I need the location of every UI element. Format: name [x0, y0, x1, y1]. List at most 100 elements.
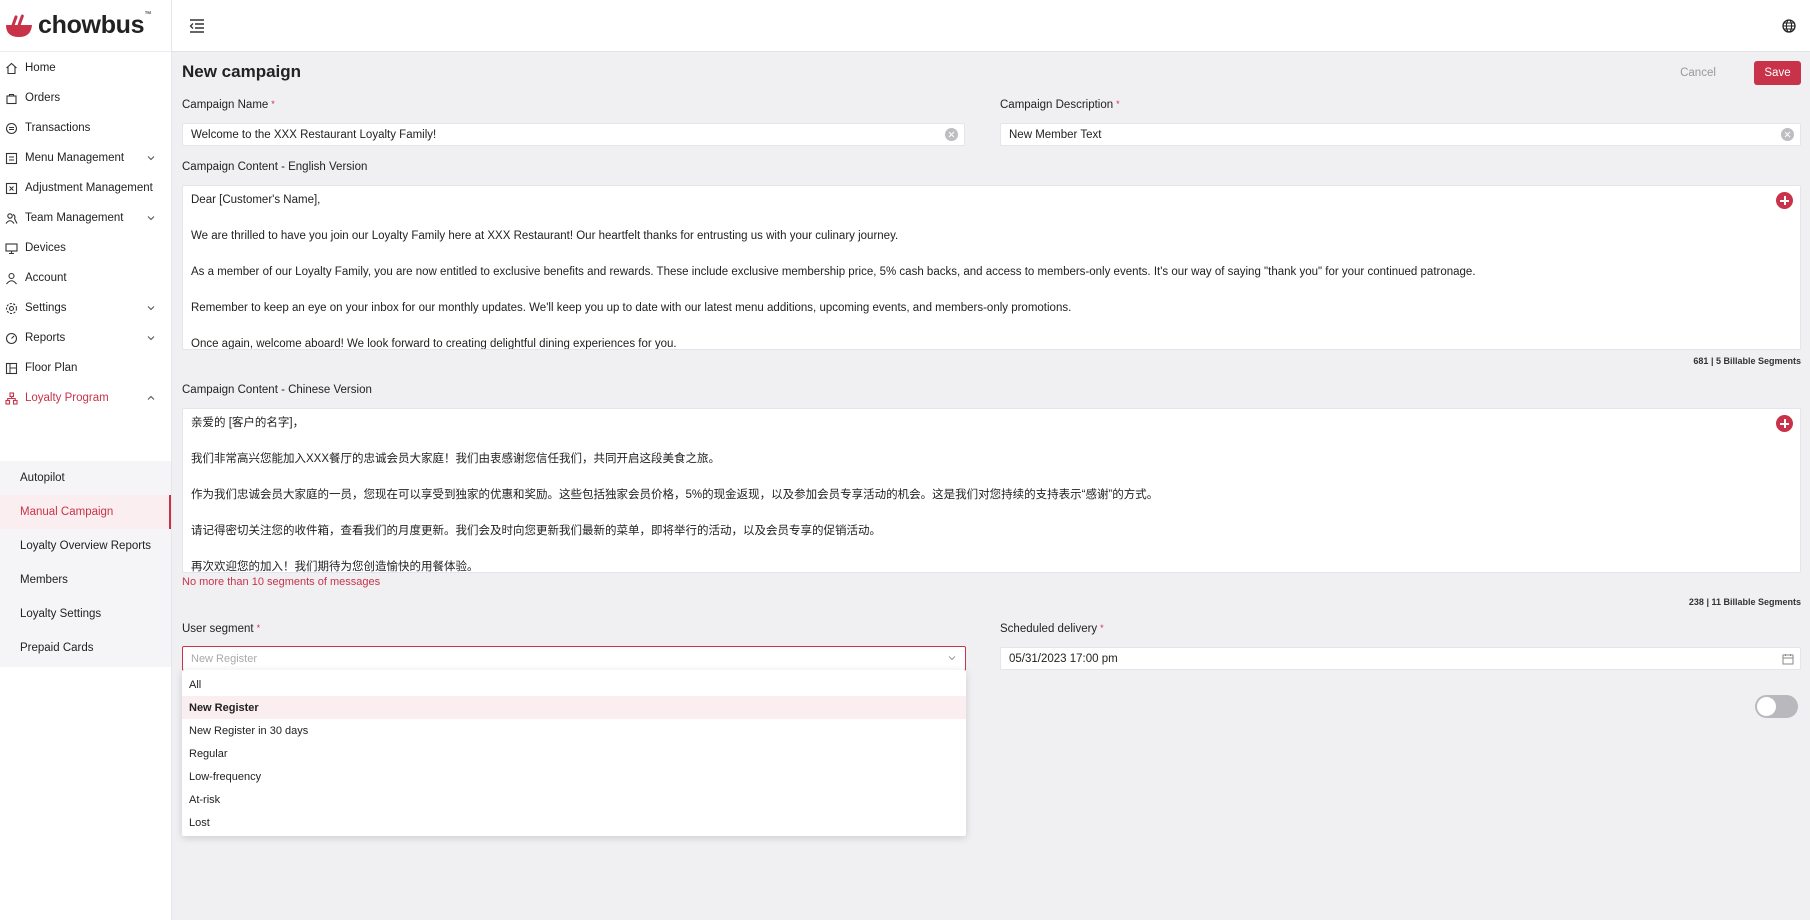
sidebar-subitem-loyalty-overview-reports[interactable]: Loyalty Overview Reports [0, 529, 171, 563]
chevron-down-icon [147, 156, 155, 161]
sidebar-item-label: Adjustment Management [25, 182, 153, 194]
clear-icon[interactable] [945, 128, 958, 141]
dropdown-option-new-register[interactable]: New Register [182, 696, 966, 719]
sidebar-item-reports[interactable]: Reports [0, 323, 171, 353]
content-chinese-label: Campaign Content - Chinese Version [182, 384, 372, 396]
add-variable-button[interactable] [1776, 415, 1793, 432]
scheduled-delivery-value: 05/31/2023 17:00 pm [1009, 652, 1118, 665]
user-segment-dropdown: All New Register New Register in 30 days… [182, 670, 966, 836]
sidebar-item-label: Orders [25, 92, 61, 104]
sidebar-item-floor-plan[interactable]: Floor Plan [0, 353, 171, 383]
adjustment-icon [4, 181, 18, 195]
content-paragraph: We are thrilled to have you join our Loy… [191, 230, 899, 242]
gear-icon [4, 301, 18, 315]
sidebar-item-account[interactable]: Account [0, 263, 171, 293]
segment-limit-error: No more than 10 segments of messages [182, 576, 381, 588]
sidebar-item-label: Loyalty Program [25, 392, 109, 404]
content-paragraph: 作为我们忠诚会员大家庭的一员，您现在可以享受到独家的优惠和奖励。这些包括独家会员… [191, 489, 1159, 501]
sidebar-item-settings[interactable]: Settings [0, 293, 171, 323]
dropdown-option-lost[interactable]: Lost [182, 811, 966, 834]
page-title: New campaign [182, 62, 302, 81]
home-icon [4, 61, 18, 75]
user-segment-label: User segment * [182, 623, 261, 635]
user-icon [4, 271, 18, 285]
loyalty-submenu: Autopilot Manual Campaign Loyalty Overvi… [0, 461, 171, 667]
menu-icon [4, 151, 18, 165]
brand-name: chowbus™ [38, 11, 151, 39]
content-paragraph: As a member of our Loyalty Family, you a… [191, 266, 1476, 278]
sidebar-item-home[interactable]: Home [0, 53, 171, 83]
chevron-down-icon [948, 656, 956, 661]
content-paragraph: 再次欢迎您的加入！我们期待为您创造愉快的用餐体验。 [191, 561, 479, 573]
dropdown-option-new-register-30-days[interactable]: New Register in 30 days [182, 719, 966, 742]
monitor-icon [4, 241, 18, 255]
content-paragraph: 我们非常高兴您能加入XXX餐厅的忠诚会员大家庭！我们由衷感谢您信任我们，共同开启… [191, 453, 721, 465]
add-variable-button[interactable] [1776, 192, 1793, 209]
chevron-up-icon [147, 395, 155, 400]
toggle-switch[interactable] [1755, 695, 1798, 718]
content-paragraph: Dear [Customer's Name], [191, 194, 321, 206]
sidebar-item-label: Menu Management [25, 152, 125, 164]
team-icon [4, 211, 18, 225]
sidebar-item-label: Home [25, 62, 56, 74]
dropdown-option-low-frequency[interactable]: Low-frequency [182, 765, 966, 788]
topbar [172, 0, 1810, 52]
sidebar-item-label: Devices [25, 242, 66, 254]
sidebar-item-team-management[interactable]: Team Management [0, 203, 171, 233]
content-paragraph: Once again, welcome aboard! We look forw… [191, 338, 677, 350]
collapse-menu-icon[interactable] [188, 18, 206, 34]
sidebar-item-transactions[interactable]: Transactions [0, 113, 171, 143]
sidebar-subitem-prepaid-cards[interactable]: Prepaid Cards [0, 631, 171, 665]
sidebar-item-menu-management[interactable]: Menu Management [0, 143, 171, 173]
content-english-textarea[interactable]: Dear [Customer's Name], We are thrilled … [182, 185, 1801, 350]
campaign-description-input[interactable]: New Member Text [1000, 123, 1801, 146]
user-segment-placeholder: New Register [191, 652, 258, 665]
chowbus-logo-icon [6, 14, 32, 37]
sidebar-subitem-members[interactable]: Members [0, 563, 171, 597]
globe-icon[interactable] [1782, 19, 1796, 33]
chevron-down-icon [147, 216, 155, 221]
save-button[interactable]: Save [1754, 61, 1801, 85]
campaign-name-label: Campaign Name * [182, 99, 275, 111]
english-segment-count: 681 | 5 Billable Segments [1693, 356, 1801, 366]
logo[interactable]: chowbus™ [0, 0, 171, 52]
sidebar-item-orders[interactable]: Orders [0, 83, 171, 113]
sidebar-item-loyalty-program[interactable]: Loyalty Program [0, 383, 171, 413]
sidebar-subitem-loyalty-settings[interactable]: Loyalty Settings [0, 597, 171, 631]
sidebar-item-devices[interactable]: Devices [0, 233, 171, 263]
sidebar-item-label: Team Management [25, 212, 124, 224]
sidebar-item-label: Reports [25, 332, 66, 344]
campaign-name-value: Welcome to the XXX Restaurant Loyalty Fa… [191, 128, 437, 141]
campaign-description-value: New Member Text [1009, 128, 1102, 141]
content-chinese-textarea[interactable]: 亲爱的 [客户的名字]， 我们非常高兴您能加入XXX餐厅的忠诚会员大家庭！我们由… [182, 408, 1801, 573]
sidebar-subitem-autopilot[interactable]: Autopilot [0, 461, 171, 495]
sidebar-item-adjustment-management[interactable]: Adjustment Management [0, 173, 171, 203]
chinese-segment-count: 238 | 11 Billable Segments [1688, 597, 1801, 607]
clear-icon[interactable] [1781, 128, 1794, 141]
user-segment-select[interactable]: New Register [182, 646, 966, 671]
content-english-label: Campaign Content - English Version [182, 161, 368, 173]
dropdown-option-at-risk[interactable]: At-risk [182, 788, 966, 811]
cancel-button[interactable]: Cancel [1670, 61, 1726, 85]
dropdown-option-all[interactable]: All [182, 673, 966, 696]
chevron-down-icon [147, 336, 155, 341]
bag-icon [4, 91, 18, 105]
content-paragraph: 亲爱的 [客户的名字]， [191, 417, 305, 429]
dropdown-option-regular[interactable]: Regular [182, 742, 966, 765]
loyalty-icon [4, 391, 18, 405]
campaign-description-label: Campaign Description * [1000, 99, 1120, 111]
sidebar-subitem-manual-campaign[interactable]: Manual Campaign [0, 495, 171, 529]
chevron-down-icon [147, 306, 155, 311]
main-content: New campaign Cancel Save Campaign Name * … [172, 52, 1810, 920]
sidebar: chowbus™ Home Orders Transactions Menu M… [0, 0, 172, 920]
scheduled-delivery-input[interactable]: 05/31/2023 17:00 pm [1000, 647, 1801, 670]
content-paragraph: 请记得密切关注您的收件箱，查看我们的月度更新。我们会及时向您更新我们最新的菜单，… [191, 525, 881, 537]
gauge-icon [4, 331, 18, 345]
content-paragraph: Remember to keep an eye on your inbox fo… [191, 302, 1072, 314]
sidebar-item-label: Floor Plan [25, 362, 78, 374]
toggle-knob [1757, 697, 1776, 716]
transactions-icon [4, 121, 18, 135]
campaign-name-input[interactable]: Welcome to the XXX Restaurant Loyalty Fa… [182, 123, 965, 146]
sidebar-item-label: Settings [25, 302, 67, 314]
calendar-icon[interactable] [1782, 653, 1794, 665]
